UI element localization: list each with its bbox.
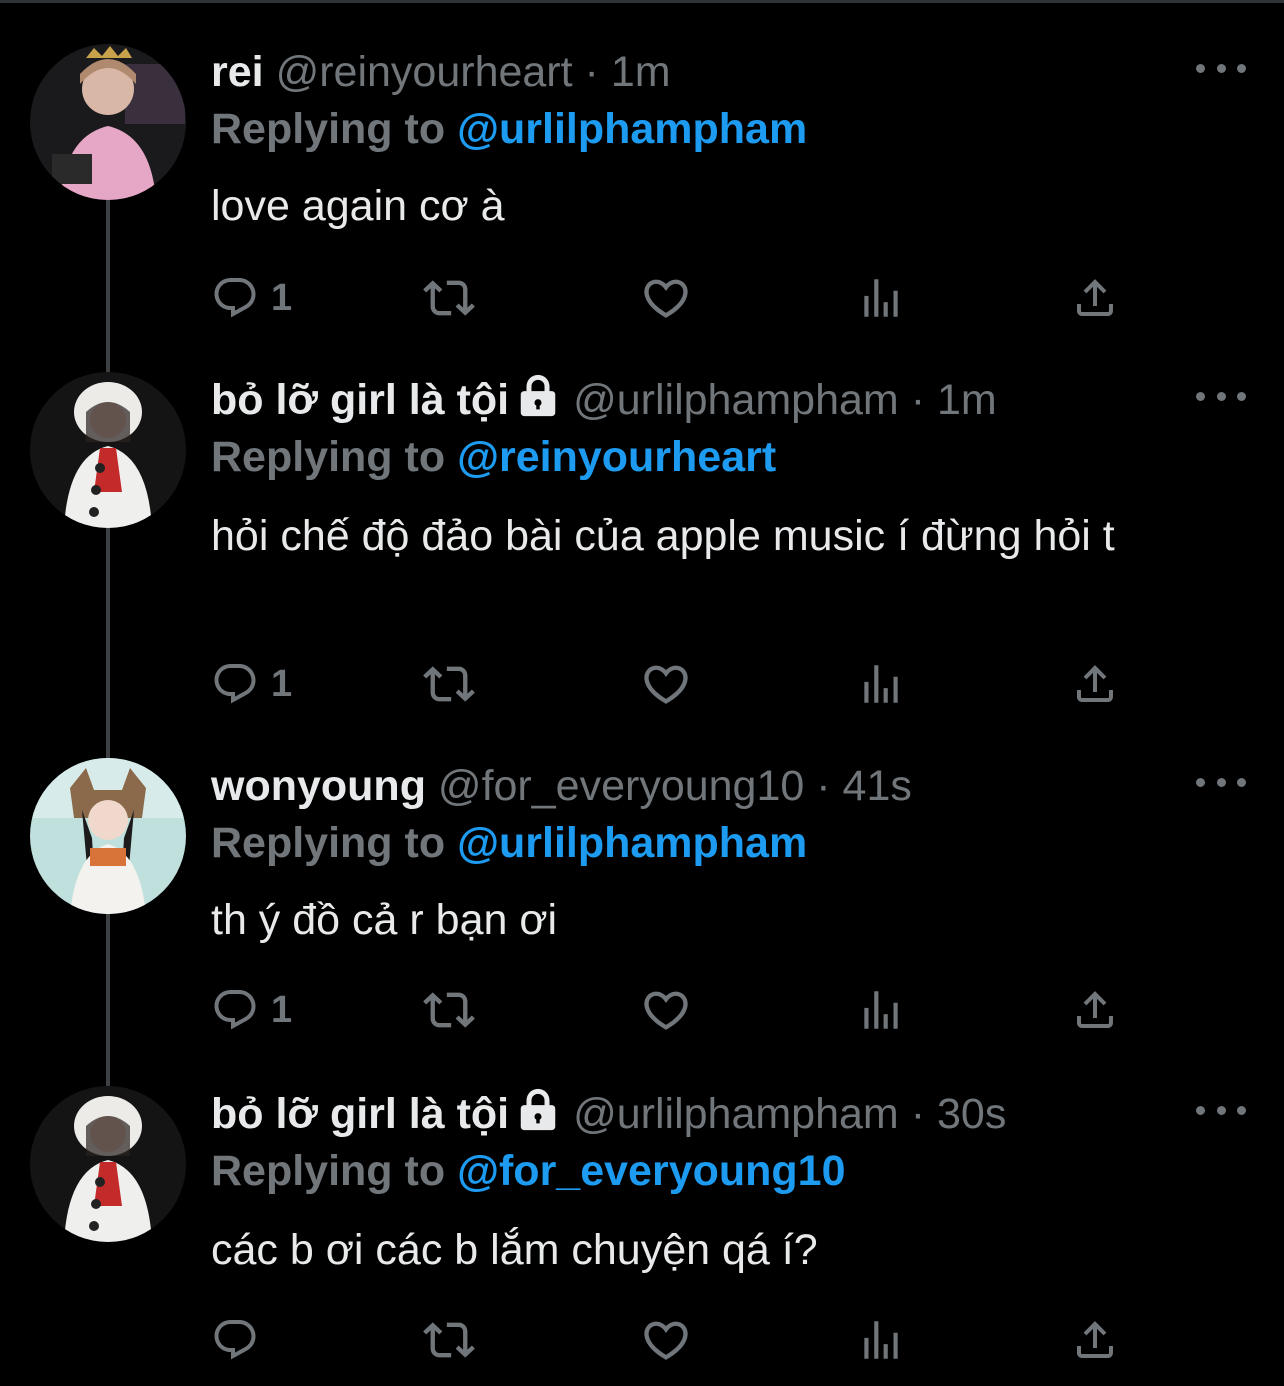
reply-button[interactable]: 1 (211, 656, 292, 712)
share-icon (1071, 1316, 1119, 1364)
separator-dot: · (910, 1090, 926, 1138)
like-button[interactable] (640, 270, 692, 326)
display-name[interactable]: bỏ lỡ girl là tội (211, 376, 509, 424)
tweet[interactable]: wonyoung @for_everyoung10 · 41s Replying… (0, 758, 1284, 1048)
reply-icon (211, 660, 259, 708)
user-handle[interactable]: @reinyourheart (276, 48, 573, 96)
retweet-button[interactable] (423, 1312, 475, 1368)
reply-icon (211, 986, 259, 1034)
views-icon (856, 659, 906, 709)
reply-button[interactable]: 1 (211, 270, 292, 326)
user-handle[interactable]: @urlilphampham (573, 376, 899, 424)
tweet-header: rei @reinyourheart · 1m (211, 44, 671, 100)
share-button[interactable] (1071, 656, 1119, 712)
retweet-button[interactable] (423, 270, 475, 326)
like-button[interactable] (640, 656, 692, 712)
like-icon (640, 1314, 692, 1366)
user-handle[interactable]: @for_everyoung10 (438, 762, 804, 810)
separator-dot: · (816, 762, 831, 810)
tweet-text: th ý đồ cả r bạn ơi (211, 896, 558, 944)
share-button[interactable] (1071, 270, 1119, 326)
reply-count: 1 (271, 988, 293, 1031)
like-button[interactable] (640, 982, 692, 1038)
action-bar (211, 1312, 1131, 1368)
views-button[interactable] (856, 656, 906, 712)
display-name[interactable]: wonyoung (211, 762, 426, 810)
replying-to-label: Replying to (211, 1147, 446, 1195)
like-icon (640, 984, 692, 1036)
share-icon (1071, 274, 1119, 322)
reply-icon (211, 1316, 259, 1364)
timestamp[interactable]: 1m (937, 376, 997, 424)
tweet[interactable]: rei @reinyourheart · 1m Replying to @url… (0, 44, 1284, 334)
action-bar: 1 (211, 982, 1131, 1038)
tweet-header: bỏ lỡ girl là tội @urlilphampham · 1m (211, 372, 997, 428)
more-icon[interactable] (1196, 1092, 1246, 1128)
tweet[interactable]: bỏ lỡ girl là tội @urlilphampham · 30s R… (0, 1086, 1284, 1376)
avatar[interactable] (30, 758, 186, 914)
views-button[interactable] (856, 1312, 906, 1368)
replying-to-mention[interactable]: @for_everyoung10 (457, 1147, 845, 1195)
retweet-button[interactable] (423, 656, 475, 712)
replying-to-mention[interactable]: @urlilphampham (457, 819, 807, 867)
display-name[interactable]: rei (211, 48, 264, 96)
replying-to: Replying to @urlilphampham (211, 814, 807, 872)
replying-to-label: Replying to (211, 433, 446, 481)
reply-icon (211, 274, 259, 322)
avatar[interactable] (30, 1086, 186, 1242)
views-button[interactable] (856, 270, 906, 326)
views-icon (856, 273, 906, 323)
tweet-text: hỏi chế độ đảo bài của apple music í đừn… (211, 512, 1115, 560)
retweet-icon (423, 1314, 475, 1366)
replying-to-mention[interactable]: @reinyourheart (457, 433, 776, 481)
lock-icon (515, 1086, 561, 1132)
tweet-text: các b ơi các b lắm chuyện qá í? (211, 1226, 818, 1274)
avatar[interactable] (30, 372, 186, 528)
more-icon[interactable] (1196, 50, 1246, 86)
tweet-header: bỏ lỡ girl là tội @urlilphampham · 30s (211, 1086, 1006, 1142)
separator-dot: · (584, 48, 599, 96)
lock-icon (515, 372, 561, 418)
separator-dot: · (910, 376, 926, 424)
replying-to: Replying to @urlilphampham (211, 100, 807, 158)
display-name[interactable]: bỏ lỡ girl là tội (211, 1090, 509, 1138)
reply-button[interactable] (211, 1312, 271, 1368)
timestamp[interactable]: 41s (843, 762, 912, 810)
more-icon[interactable] (1196, 378, 1246, 414)
replying-to: Replying to @reinyourheart (211, 428, 776, 486)
tweet-header: wonyoung @for_everyoung10 · 41s (211, 758, 912, 814)
replying-to: Replying to @for_everyoung10 (211, 1142, 846, 1200)
tweet[interactable]: bỏ lỡ girl là tội @urlilphampham · 1m Re… (0, 372, 1284, 736)
share-icon (1071, 660, 1119, 708)
retweet-icon (423, 984, 475, 1036)
like-icon (640, 658, 692, 710)
reply-count: 1 (271, 662, 293, 705)
replying-to-label: Replying to (211, 105, 446, 153)
reply-count: 1 (271, 276, 293, 319)
retweet-icon (423, 272, 475, 324)
retweet-button[interactable] (423, 982, 475, 1038)
replying-to-label: Replying to (211, 819, 446, 867)
more-icon[interactable] (1196, 764, 1246, 800)
views-button[interactable] (856, 982, 906, 1038)
share-button[interactable] (1071, 982, 1119, 1038)
like-icon (640, 272, 692, 324)
user-handle[interactable]: @urlilphampham (573, 1090, 899, 1138)
share-icon (1071, 986, 1119, 1034)
views-icon (856, 1315, 906, 1365)
views-icon (856, 985, 906, 1035)
retweet-icon (423, 658, 475, 710)
tweet-text: love again cơ à (211, 182, 505, 230)
top-divider (0, 0, 1284, 3)
reply-button[interactable]: 1 (211, 982, 292, 1038)
timestamp[interactable]: 1m (611, 48, 671, 96)
avatar[interactable] (30, 44, 186, 200)
like-button[interactable] (640, 1312, 692, 1368)
action-bar: 1 (211, 270, 1131, 326)
replying-to-mention[interactable]: @urlilphampham (457, 105, 807, 153)
share-button[interactable] (1071, 1312, 1119, 1368)
timestamp[interactable]: 30s (937, 1090, 1006, 1138)
action-bar: 1 (211, 656, 1131, 712)
